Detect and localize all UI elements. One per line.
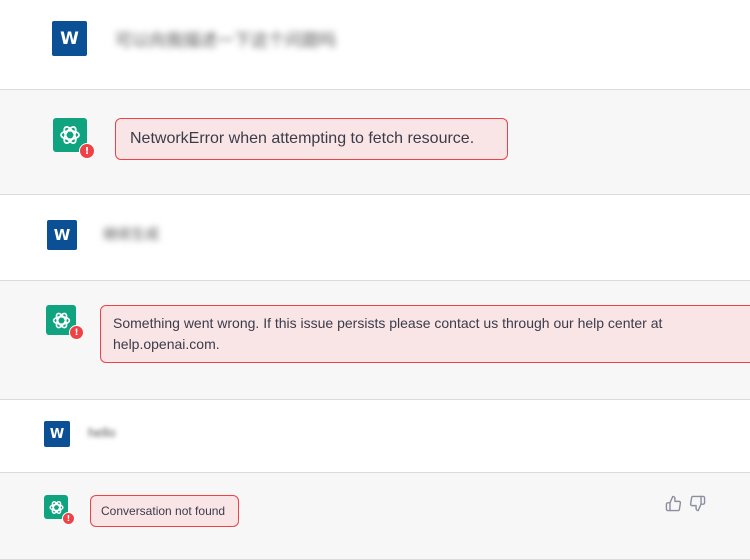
message-row-user: W 继续生成 xyxy=(0,195,750,280)
error-message-box: Conversation not found xyxy=(90,495,239,527)
message-row-user: W 可以向我描述一下这个问题吗 xyxy=(0,0,750,89)
user-avatar: W xyxy=(44,421,70,447)
error-alert-icon: ! xyxy=(62,512,75,525)
error-alert-icon: ! xyxy=(69,325,84,340)
error-message-box: NetworkError when attempting to fetch re… xyxy=(115,118,508,160)
message-row-assistant: ! NetworkError when attempting to fetch … xyxy=(0,90,750,194)
user-message-text: 继续生成 xyxy=(103,226,159,242)
thumbs-down-icon[interactable] xyxy=(689,495,706,512)
error-message-box: Something went wrong. If this issue pers… xyxy=(100,305,750,363)
chatgpt-logo-icon xyxy=(48,500,64,514)
chatgpt-logo-icon xyxy=(52,312,70,328)
user-message-text: hello xyxy=(88,425,116,440)
error-message-text: Conversation not found xyxy=(101,504,226,518)
error-message-text: Something went wrong. If this issue pers… xyxy=(113,315,663,352)
chatgpt-logo-icon xyxy=(60,126,80,144)
message-row-assistant: ! Conversation not found xyxy=(0,473,750,560)
user-message-text: 可以向我描述一下这个问题吗 xyxy=(115,31,336,50)
error-alert-icon: ! xyxy=(79,143,95,159)
message-row-assistant: ! Something went wrong. If this issue pe… xyxy=(0,281,750,399)
user-avatar: W xyxy=(47,220,77,250)
message-row-user: W hello xyxy=(0,400,750,472)
user-avatar: W xyxy=(52,21,87,56)
thumbs-up-icon[interactable] xyxy=(665,495,682,512)
error-message-text: NetworkError when attempting to fetch re… xyxy=(130,130,475,147)
